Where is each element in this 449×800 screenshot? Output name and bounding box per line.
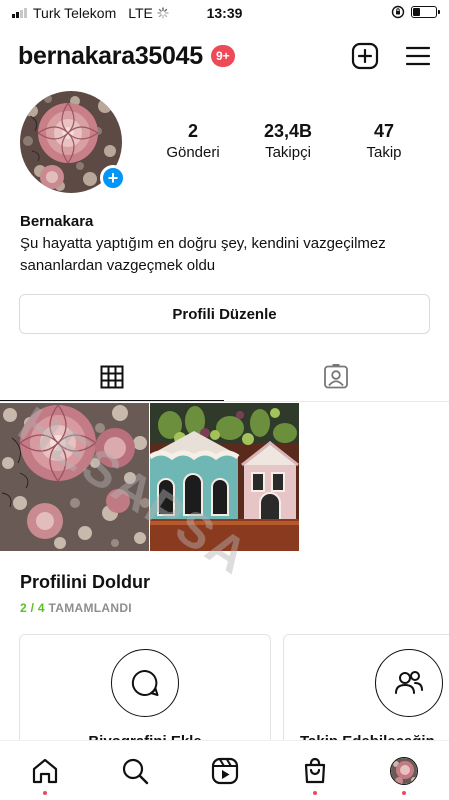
home-notification-dot [43, 791, 47, 795]
following-count-label: Takip [366, 144, 402, 161]
status-bar: Turk Telekom LTE 13:39 [0, 0, 449, 26]
status-time: 13:39 [206, 5, 243, 21]
orientation-lock-icon [391, 5, 405, 19]
shop-icon [301, 757, 329, 785]
new-post-icon[interactable] [351, 42, 379, 70]
nav-profile[interactable] [359, 741, 449, 800]
reels-icon [211, 757, 239, 785]
status-right [391, 5, 440, 19]
tab-tagged[interactable] [224, 352, 448, 402]
tabs-divider [0, 401, 449, 402]
shop-notification-dot [313, 791, 317, 795]
nav-search[interactable] [90, 741, 180, 800]
posts-count-label: Gönderi [166, 144, 220, 161]
home-icon [31, 757, 59, 785]
display-name: Bernakara [20, 213, 94, 230]
complete-profile-title: Profilini Doldur [20, 572, 150, 592]
post-thumbnail[interactable] [150, 403, 299, 551]
menu-icon[interactable] [405, 45, 431, 67]
bottom-navigation [0, 740, 449, 800]
profile-bio: Bernakara Şu hayatta yaptığım en doğru ş… [20, 211, 430, 277]
followers-count-label: Takipçi [265, 144, 311, 161]
grid-icon [100, 365, 124, 389]
post-thumbnail[interactable] [0, 403, 149, 551]
profile-avatar-icon [390, 757, 418, 785]
progress-label: TAMAMLANDI [48, 601, 132, 615]
people-icon [375, 649, 443, 717]
notification-badge[interactable]: 9+ [210, 45, 235, 67]
following-count[interactable]: 47 Takip [339, 121, 429, 161]
edit-profile-button[interactable]: Profili Düzenle [19, 294, 430, 334]
profile-avatar[interactable]: + [20, 91, 126, 193]
search-icon [121, 757, 149, 785]
username[interactable]: bernakara35045 [18, 42, 203, 71]
nav-home[interactable] [0, 741, 90, 800]
nav-shop[interactable] [270, 741, 360, 800]
posts-count[interactable]: 2 Gönderi [148, 121, 238, 161]
tagged-icon [323, 364, 349, 390]
followers-count[interactable]: 23,4B Takipçi [243, 121, 333, 161]
bio-text: Şu hayatta yaptığım en doğru şey, kendin… [20, 235, 386, 274]
tab-posts-grid[interactable] [0, 352, 224, 402]
battery-icon [411, 6, 440, 18]
posts-count-value: 2 [187, 121, 198, 141]
progress-count: 2 / 4 [20, 601, 45, 615]
speech-bubble-icon [111, 649, 179, 717]
following-count-value: 47 [373, 121, 395, 141]
profile-header: bernakara35045 9+ [18, 36, 431, 76]
complete-profile-progress: 2 / 4 TAMAMLANDI [20, 601, 132, 615]
nav-reels[interactable] [180, 741, 270, 800]
add-story-button[interactable]: + [100, 165, 126, 191]
followers-count-value: 23,4B [263, 121, 313, 141]
profile-notification-dot [402, 791, 406, 795]
profile-tabs [0, 352, 449, 402]
